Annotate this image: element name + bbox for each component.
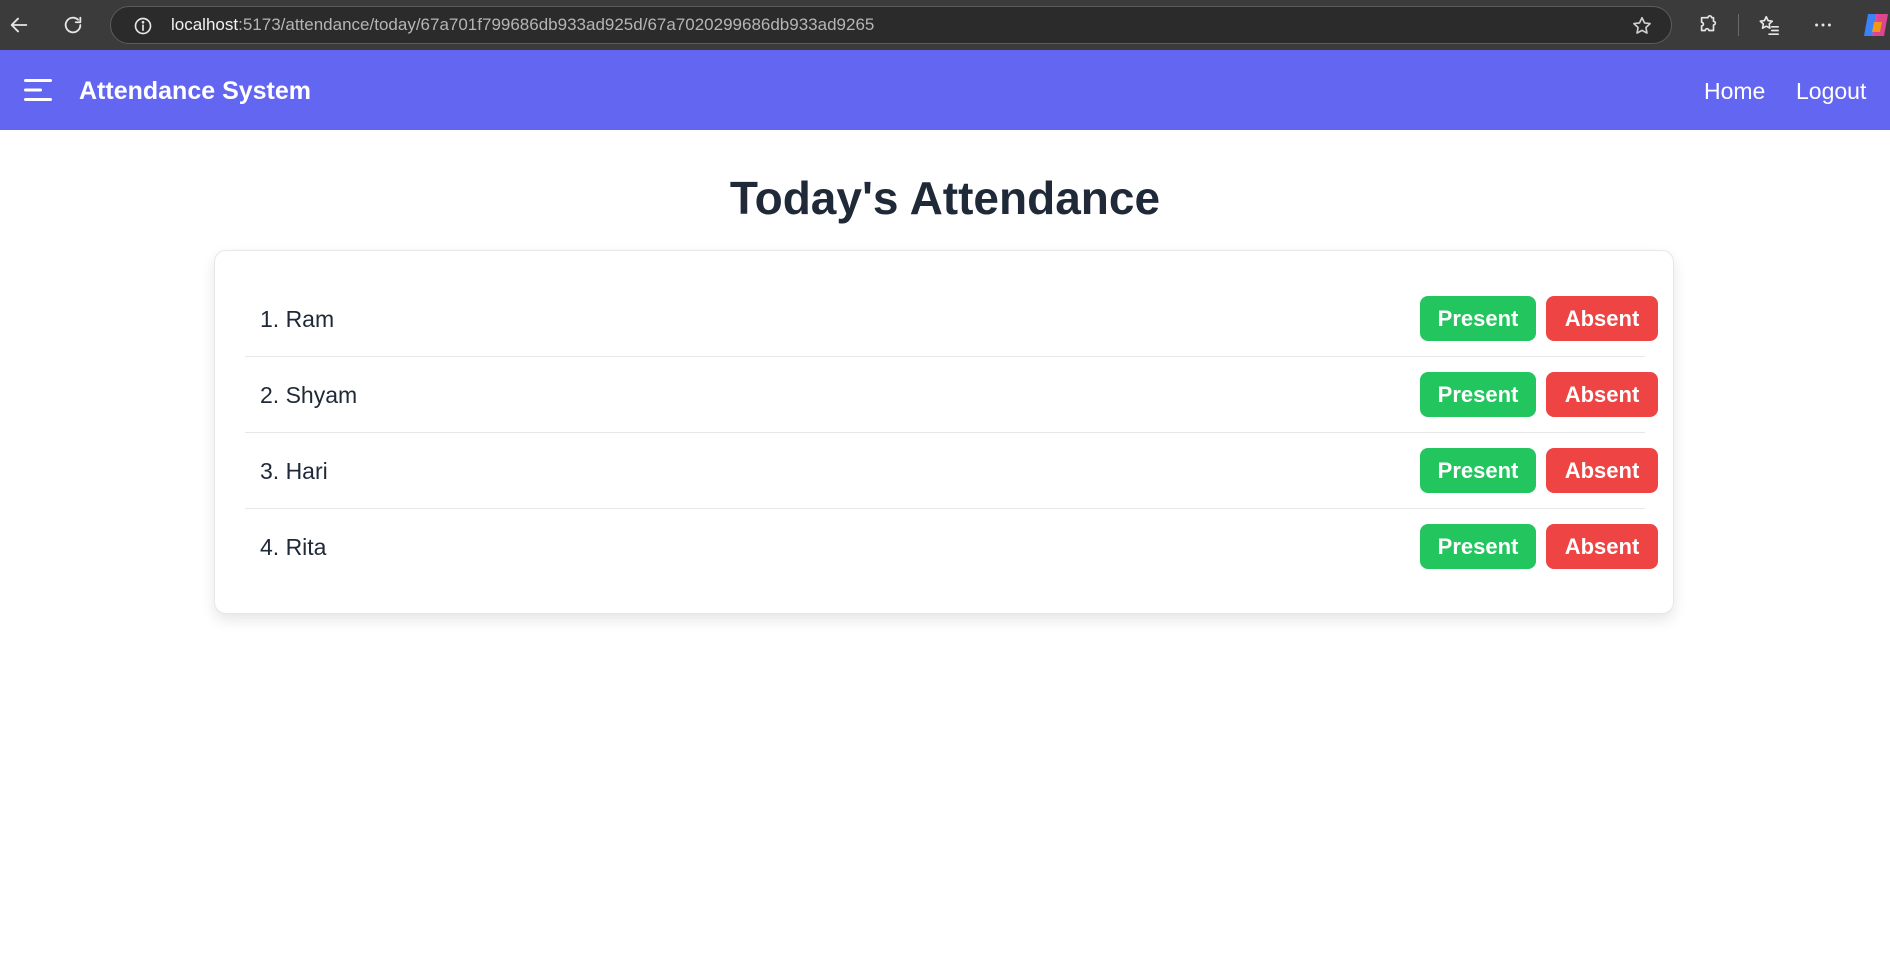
hamburger-menu-icon[interactable] (24, 78, 54, 102)
more-icon[interactable] (1808, 10, 1838, 40)
present-button[interactable]: Present (1420, 296, 1536, 341)
favorites-list-icon[interactable] (1754, 10, 1784, 40)
student-row: 1. Ram Present Absent (245, 281, 1658, 357)
nav-logout-link[interactable]: Logout (1796, 50, 1866, 130)
url-path: :5173/attendance/today/67a701f799686db93… (238, 15, 875, 34)
student-row: 3. Hari Present Absent (245, 433, 1658, 509)
student-row: 2. Shyam Present Absent (245, 357, 1658, 433)
star-icon[interactable] (1631, 15, 1653, 37)
nav-home-link[interactable]: Home (1704, 50, 1765, 130)
page-title: Today's Attendance (729, 172, 1161, 224)
present-button[interactable]: Present (1420, 448, 1536, 493)
info-icon[interactable] (133, 16, 153, 36)
absent-button[interactable]: Absent (1546, 524, 1658, 569)
attendance-card: 1. Ram Present Absent 2. Shyam Present A… (214, 250, 1674, 614)
toolbar-separator (1738, 14, 1739, 36)
student-name: 1. Ram (260, 306, 335, 332)
student-row: 4. Rita Present Absent (245, 509, 1658, 585)
refresh-icon[interactable] (58, 10, 88, 40)
browser-toolbar: localhost:5173/attendance/today/67a701f7… (0, 0, 1890, 50)
student-name: 2. Shyam (260, 382, 358, 408)
brand-title: Attendance System (79, 77, 312, 105)
url-host: localhost (171, 15, 239, 34)
navbar: Attendance System Home Logout (0, 50, 1890, 130)
url-text[interactable]: localhost:5173/attendance/today/67a701f7… (171, 7, 874, 43)
puzzle-icon[interactable] (1693, 10, 1723, 40)
absent-button[interactable]: Absent (1546, 448, 1658, 493)
absent-button[interactable]: Absent (1546, 372, 1658, 417)
copilot-icon[interactable] (1862, 12, 1890, 38)
back-arrow-icon[interactable] (4, 10, 34, 40)
student-name: 3. Hari (260, 458, 328, 484)
student-name: 4. Rita (260, 534, 327, 560)
address-bar[interactable]: localhost:5173/attendance/today/67a701f7… (110, 6, 1672, 44)
absent-button[interactable]: Absent (1546, 296, 1658, 341)
present-button[interactable]: Present (1420, 524, 1536, 569)
present-button[interactable]: Present (1420, 372, 1536, 417)
